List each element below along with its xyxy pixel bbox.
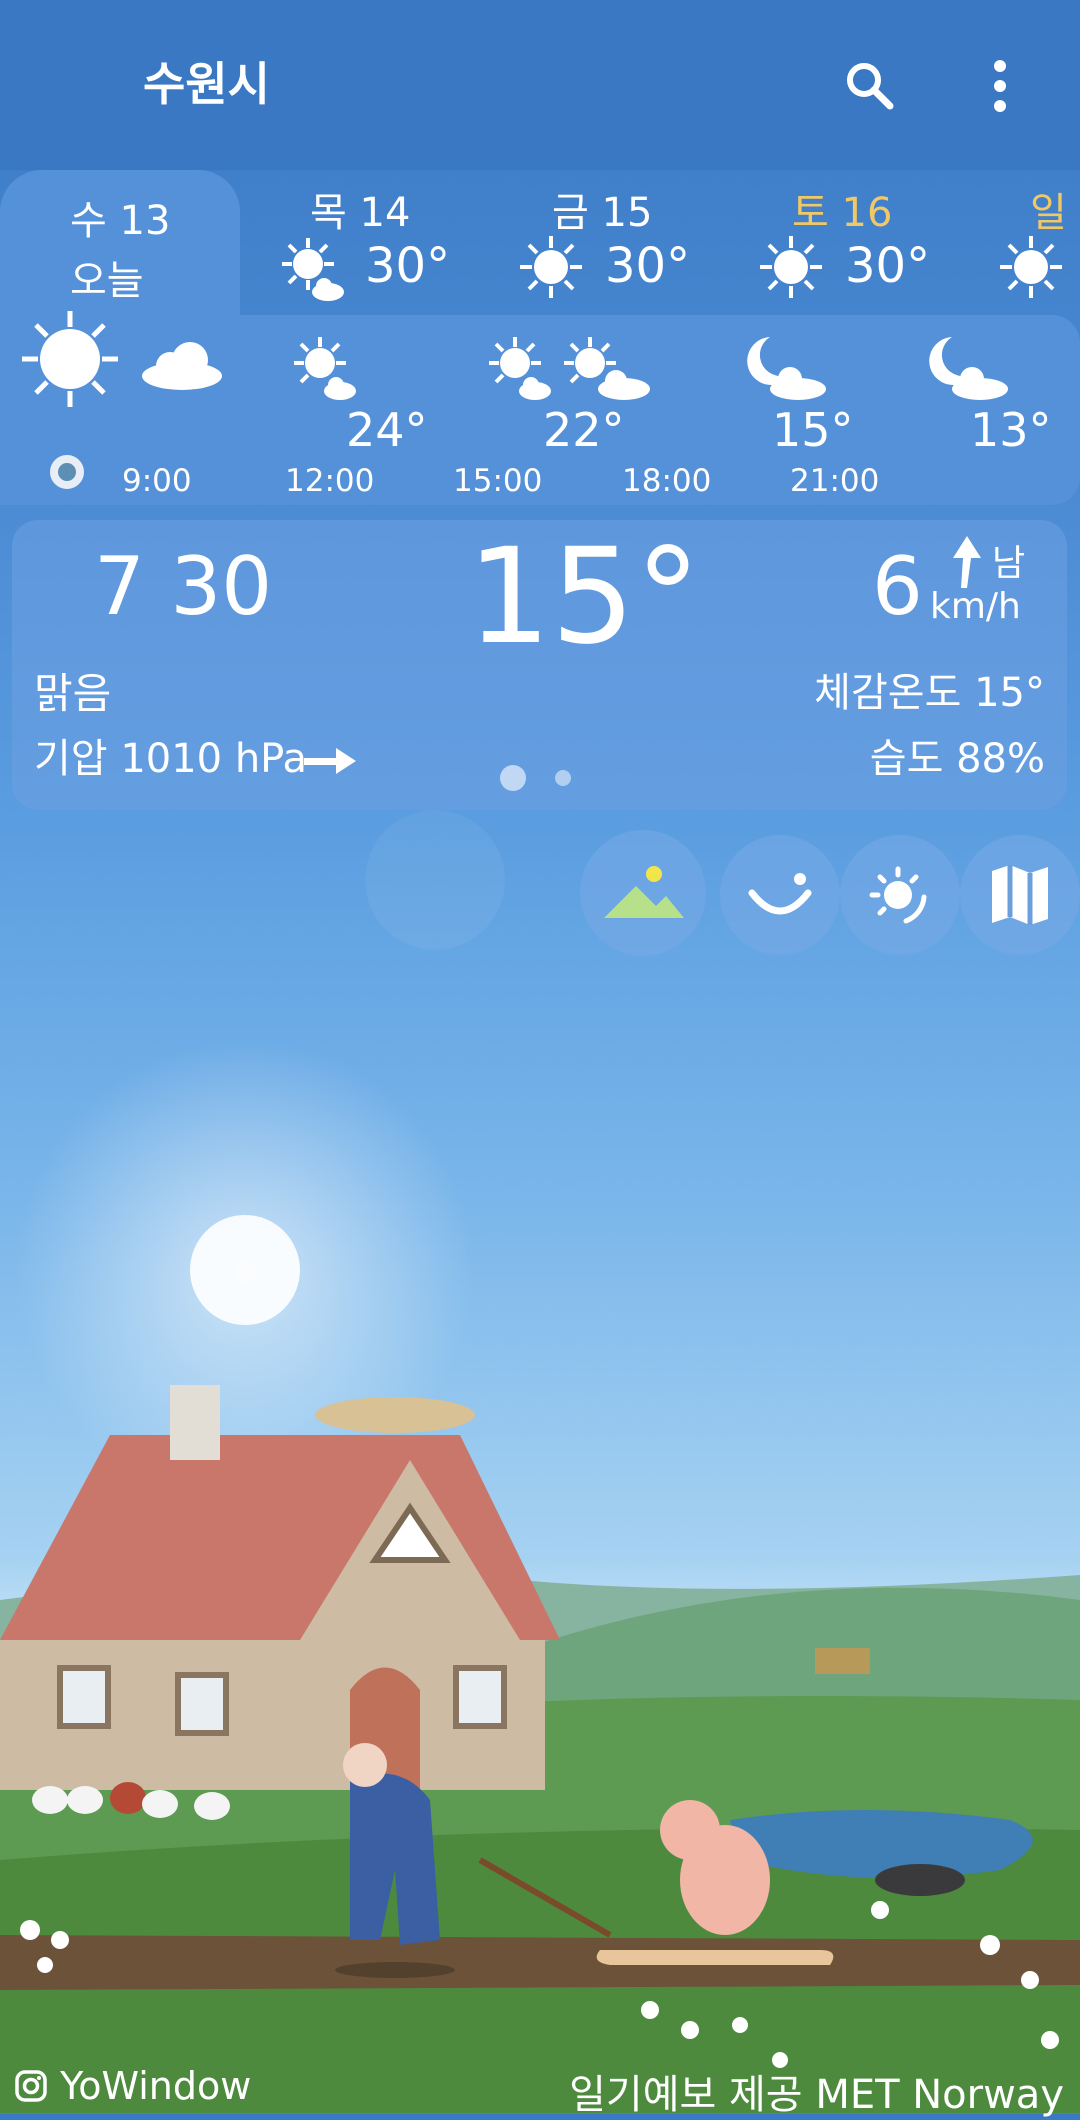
hourly-time: 9:00 xyxy=(122,463,192,499)
feels-like: 체감온도 15° xyxy=(814,670,1045,716)
current-time-marker xyxy=(50,455,84,489)
cat xyxy=(875,1864,965,1896)
brand-name: YoWindow xyxy=(60,2064,252,2108)
yowindow-logo[interactable]: YoWindow xyxy=(14,2064,251,2108)
hourly-temp: 24° xyxy=(346,403,428,457)
hourly-time: 18:00 xyxy=(622,463,712,499)
pressure: 기압 1010 hPa xyxy=(34,736,308,782)
page-indicator[interactable] xyxy=(555,770,571,786)
wind-arrow-icon xyxy=(953,536,981,588)
house-window xyxy=(453,1665,507,1729)
tab-day-thu[interactable]: 목 14 30° xyxy=(270,170,470,315)
more-vert-icon[interactable] xyxy=(980,56,1020,116)
day-name: 일 xyxy=(1030,190,1067,236)
chicken xyxy=(32,1786,68,1814)
house-window xyxy=(57,1665,111,1729)
dirt-path xyxy=(0,1935,1080,1990)
tab-day-sat[interactable]: 토 16 30° xyxy=(750,170,950,315)
city-name[interactable]: 수원시 xyxy=(143,48,270,114)
pressure-trend-icon xyxy=(304,748,356,774)
search-icon[interactable] xyxy=(840,56,900,116)
landscape-icon xyxy=(604,866,684,918)
day-name: 수 13 xyxy=(70,198,171,244)
wind-speed: 6 xyxy=(872,540,923,633)
day-forecast-tabs: 수 13 오늘 목 14 30° 금 15 30° 토 16 30° 일 xyxy=(0,170,1080,315)
map-icon xyxy=(992,865,1048,925)
current-conditions-panel[interactable]: 7 30 15° 6 남 km/h 맑음 체감온도 15° 기압 1010 hP… xyxy=(12,520,1067,810)
barn xyxy=(815,1648,870,1674)
day-name: 토 16 xyxy=(792,190,893,236)
smile-button[interactable] xyxy=(720,835,840,955)
sun xyxy=(190,1215,300,1325)
sun-cloud-icon xyxy=(282,238,344,301)
local-time: 7 30 xyxy=(94,540,273,633)
moon-cloud-icon xyxy=(747,337,826,400)
sun-icon xyxy=(22,311,118,407)
condition-text: 맑음 xyxy=(34,669,112,718)
hourly-time: 21:00 xyxy=(790,463,880,499)
pig-head xyxy=(660,1800,720,1860)
sled xyxy=(596,1950,834,1965)
current-temperature: 15° xyxy=(467,520,701,674)
day-name: 금 15 xyxy=(552,190,653,236)
wind-unit: km/h xyxy=(930,586,1021,627)
sun-cloud-icon xyxy=(294,337,356,400)
sun-radar-icon xyxy=(869,866,927,924)
sun-cloud-icon xyxy=(489,337,551,400)
today-label: 오늘 xyxy=(70,258,144,304)
humidity: 습도 88% xyxy=(869,736,1045,782)
forecast-credit[interactable]: 일기예보 제공 MET Norway xyxy=(569,2062,1064,2120)
tab-day-fri[interactable]: 금 15 30° xyxy=(510,170,710,315)
hourly-temp: 22° xyxy=(543,403,625,457)
day-temp: 30° xyxy=(605,238,691,294)
day-temp: 30° xyxy=(365,238,451,294)
chicken xyxy=(194,1792,230,1820)
app-header: 수원시 xyxy=(0,0,1080,170)
sun-radar-button[interactable] xyxy=(840,835,960,955)
chicken xyxy=(67,1786,103,1814)
moon-cloud-icon xyxy=(929,337,1008,400)
hourly-temp: 15° xyxy=(772,403,854,457)
landscape-button[interactable] xyxy=(580,830,706,956)
sun-cloud-icon xyxy=(564,337,650,400)
chicken xyxy=(142,1790,178,1818)
bird-nest xyxy=(315,1397,475,1433)
sun-icon xyxy=(1000,236,1062,298)
sun-icon xyxy=(760,236,822,298)
rooster xyxy=(110,1782,146,1814)
hourly-forecast[interactable]: 24° 22° 15° 13° 9:00 12:00 15:00 18:00 2… xyxy=(0,311,1080,505)
hourly-time: 12:00 xyxy=(285,463,375,499)
farmer-head xyxy=(343,1743,387,1787)
tab-day-sun[interactable]: 일 xyxy=(990,170,1080,315)
wind-direction: 남 xyxy=(992,543,1026,584)
hourly-time: 15:00 xyxy=(453,463,543,499)
day-temp: 30° xyxy=(845,238,931,294)
cloud-icon xyxy=(142,342,222,390)
sun-icon xyxy=(520,236,582,298)
hourly-temp: 13° xyxy=(970,403,1052,457)
shadow xyxy=(335,1962,455,1978)
day-name: 목 14 xyxy=(310,190,411,236)
instagram-icon xyxy=(15,2070,47,2102)
page-indicator-active[interactable] xyxy=(500,765,526,791)
tab-day-today[interactable]: 수 13 오늘 xyxy=(0,170,240,315)
lens-flare xyxy=(365,810,505,950)
house-window xyxy=(175,1672,229,1736)
chimney xyxy=(170,1385,220,1460)
smile-icon xyxy=(748,873,812,915)
map-button[interactable] xyxy=(960,835,1080,955)
